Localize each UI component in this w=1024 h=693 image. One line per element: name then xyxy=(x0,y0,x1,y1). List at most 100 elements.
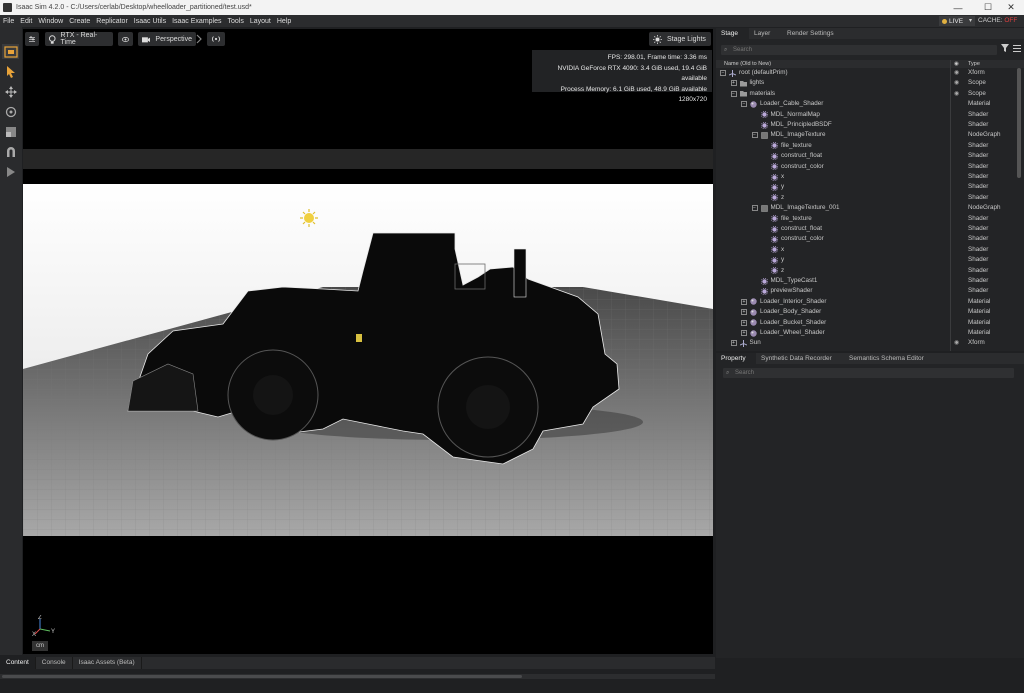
tree-row[interactable]: − MDL_ImageTexture_001 NodeGraph xyxy=(716,203,1016,213)
menu-help[interactable]: Help xyxy=(274,18,294,25)
tree-row[interactable]: + Loader_Wheel_Shader Material xyxy=(716,328,1016,338)
tree-row[interactable]: MDL_PrincipledBSDF Shader xyxy=(716,120,1016,130)
tree-row[interactable]: y Shader xyxy=(716,255,1016,265)
expand-icon[interactable]: + xyxy=(741,309,747,316)
tree-row[interactable]: construct_float Shader xyxy=(716,224,1016,234)
column-visibility-eye-icon[interactable]: ◉ xyxy=(954,60,959,68)
app-icon xyxy=(3,3,12,12)
stage-search-input[interactable]: ⌕ Search xyxy=(721,45,997,55)
collapse-icon[interactable]: − xyxy=(730,90,737,97)
column-name-header[interactable]: Name (Old to New) xyxy=(724,60,771,68)
tab-render-settings[interactable]: Render Settings xyxy=(782,28,839,39)
tab-property[interactable]: Property xyxy=(716,353,756,364)
live-dropdown-button[interactable]: ▾ xyxy=(966,16,975,26)
camera-dropdown[interactable]: Perspective xyxy=(138,32,196,46)
collapse-icon[interactable]: − xyxy=(751,132,758,139)
tree-row[interactable]: MDL_NormalMap Shader xyxy=(716,110,1016,120)
tree-row-type: Material xyxy=(968,100,991,108)
scale-tool-button[interactable] xyxy=(2,124,19,139)
scrollbar-thumb[interactable] xyxy=(2,675,522,678)
snap-magnet-button[interactable] xyxy=(2,144,19,159)
live-button[interactable]: LIVE xyxy=(939,16,967,26)
tree-row-type: Shader xyxy=(968,235,989,243)
snap-settings-button[interactable] xyxy=(2,44,19,59)
column-type-header[interactable]: Type xyxy=(968,60,980,68)
camera-chevron-icon[interactable] xyxy=(196,32,204,46)
tree-row-label: lights xyxy=(749,79,765,87)
tree-row[interactable]: + Loader_Body_Shader Material xyxy=(716,307,1016,317)
viewport[interactable]: RTX - Real-Time Perspective Stage Lights… xyxy=(23,29,713,654)
property-search-input[interactable]: ⌕ Search xyxy=(723,368,1014,378)
expand-icon[interactable]: + xyxy=(741,319,747,326)
menu-replicator[interactable]: Replicator xyxy=(93,18,131,25)
menu-isaac-utils[interactable]: Isaac Utils xyxy=(131,18,169,25)
tab-semantics-schema-editor[interactable]: Semantics Schema Editor xyxy=(844,353,929,364)
stage-lights-button[interactable]: Stage Lights xyxy=(649,32,711,46)
menu-window[interactable]: Window xyxy=(35,18,66,25)
gpu-memory-readout: NVIDIA GeForce RTX 4090: 3.4 GiB used, 1… xyxy=(557,64,707,83)
tree-row[interactable]: file_texture Shader xyxy=(716,141,1016,151)
tree-row[interactable]: − MDL_ImageTexture NodeGraph xyxy=(716,130,1016,140)
move-tool-button[interactable] xyxy=(2,84,19,99)
tab-isaac-assets[interactable]: Isaac Assets (Beta) xyxy=(73,657,142,669)
renderer-dropdown[interactable]: RTX - Real-Time xyxy=(45,32,113,46)
menu-edit[interactable]: Edit xyxy=(17,18,35,25)
menu-tools[interactable]: Tools xyxy=(225,18,247,25)
tree-row[interactable]: x Shader xyxy=(716,245,1016,255)
visibility-eye-icon[interactable]: ◉ xyxy=(954,89,959,99)
expand-icon[interactable]: + xyxy=(730,80,737,87)
collapse-icon[interactable]: − xyxy=(720,70,726,76)
minimize-button[interactable]: — xyxy=(943,0,973,15)
axis-x-label: X xyxy=(32,632,36,637)
tree-row[interactable]: + Loader_Bucket_Shader Material xyxy=(716,318,1016,328)
stage-options-button[interactable] xyxy=(1013,44,1023,54)
tab-content[interactable]: Content xyxy=(0,657,36,669)
expand-icon[interactable]: + xyxy=(741,298,747,305)
tab-console[interactable]: Console xyxy=(36,657,73,669)
tab-synthetic-data-recorder[interactable]: Synthetic Data Recorder xyxy=(756,353,844,364)
filter-button[interactable] xyxy=(1001,44,1011,54)
rotate-tool-button[interactable] xyxy=(2,104,19,119)
tree-row[interactable]: file_texture Shader xyxy=(716,214,1016,224)
tree-row[interactable]: z Shader xyxy=(716,266,1016,276)
stats-overlay: FPS: 298.01, Frame time: 3.36 ms NVIDIA … xyxy=(532,50,712,103)
tree-row[interactable]: construct_color Shader xyxy=(716,162,1016,172)
expand-icon[interactable]: + xyxy=(730,340,737,347)
close-button[interactable]: ✕ xyxy=(996,0,1024,15)
play-button[interactable] xyxy=(2,164,19,179)
tree-row[interactable]: − root (defaultPrim) ◉ Xform xyxy=(716,68,1016,78)
tree-row[interactable]: previewShader Shader xyxy=(716,286,1016,296)
tree-row[interactable]: y Shader xyxy=(716,182,1016,192)
menu-layout[interactable]: Layout xyxy=(247,18,274,25)
collapse-icon[interactable]: − xyxy=(751,205,758,212)
tab-stage[interactable]: Stage xyxy=(716,28,749,39)
menu-file[interactable]: File xyxy=(0,18,17,25)
search-icon: ⌕ xyxy=(724,47,728,53)
viewport-settings-button[interactable] xyxy=(25,32,39,46)
tree-row[interactable]: construct_color Shader xyxy=(716,234,1016,244)
tree-row[interactable]: + Sun ◉ Xform xyxy=(716,338,1016,348)
tree-row[interactable]: − materials ◉ Scope xyxy=(716,89,1016,99)
visibility-eye-icon[interactable]: ◉ xyxy=(954,338,959,348)
visibility-eye-icon[interactable]: ◉ xyxy=(954,68,959,78)
tree-row[interactable]: construct_float Shader xyxy=(716,151,1016,161)
tree-row[interactable]: MDL_TypeCast1 Shader xyxy=(716,276,1016,286)
menu-isaac-examples[interactable]: Isaac Examples xyxy=(169,18,224,25)
collapse-icon[interactable]: − xyxy=(741,101,747,108)
stage-vertical-scrollbar[interactable] xyxy=(1017,68,1021,178)
tree-row[interactable]: − Loader_Cable_Shader Material xyxy=(716,99,1016,109)
tree-row[interactable]: + lights ◉ Scope xyxy=(716,78,1016,88)
tree-row[interactable]: x Shader xyxy=(716,172,1016,182)
visibility-eye-icon[interactable]: ◉ xyxy=(954,78,959,88)
tree-row[interactable]: z Shader xyxy=(716,193,1016,203)
menu-create[interactable]: Create xyxy=(66,18,93,25)
cache-status[interactable]: CACHE: OFF xyxy=(978,15,1017,27)
content-horizontal-scrollbar[interactable] xyxy=(0,674,715,679)
broadcast-button[interactable] xyxy=(207,32,225,46)
select-tool-button[interactable] xyxy=(2,64,19,79)
tree-row[interactable]: + Loader_Interior_Shader Material xyxy=(716,297,1016,307)
visibility-button[interactable] xyxy=(118,32,133,46)
lightbulb-icon xyxy=(49,34,56,44)
tab-layer[interactable]: Layer xyxy=(749,28,782,39)
expand-icon[interactable]: + xyxy=(741,330,747,336)
